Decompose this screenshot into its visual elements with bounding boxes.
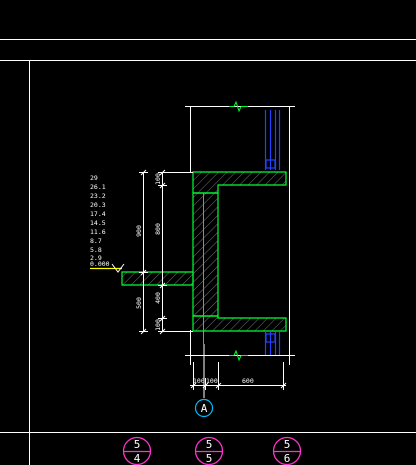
dim-100-top: 100	[154, 173, 162, 185]
sheet-number: 5	[206, 452, 213, 465]
section-symbol-3: 5 6	[272, 436, 302, 465]
elevation-label: 23.2	[90, 192, 106, 200]
window-upper	[264, 110, 281, 170]
bottom-flange	[192, 315, 287, 332]
axis-label: A	[201, 402, 208, 415]
elevation-label: 8.7	[90, 237, 102, 245]
left-dimension-texts: 900 500 100 800 400 100	[135, 173, 162, 331]
section-number: 5	[206, 438, 213, 451]
elevation-label: 29	[90, 174, 98, 182]
section-symbol-1: 5 4	[122, 436, 152, 465]
floor-slab	[121, 271, 194, 286]
dim-bottom-100-a: 100	[193, 377, 205, 385]
dim-400: 400	[154, 292, 162, 304]
elevation-label: 26.1	[90, 183, 106, 191]
dim-800: 800	[154, 223, 162, 235]
top-flange	[192, 171, 287, 194]
axis-bubble-a: A	[194, 398, 214, 418]
section-number: 5	[284, 438, 291, 451]
dim-bottom-100-b: 100	[206, 377, 218, 385]
dim-900: 900	[135, 225, 143, 237]
window-lower	[264, 332, 281, 355]
elevation-label: 11.6	[90, 228, 106, 236]
elevation-label: 20.3	[90, 201, 106, 209]
dim-500: 500	[135, 297, 143, 309]
main-wall	[192, 192, 219, 317]
sheet-number: 4	[134, 452, 141, 465]
sheet-number: 6	[284, 452, 291, 465]
cad-drawing-canvas: 29 26.1 23.2 20.3 17.4 14.5 11.6 8.7 5.8…	[0, 39, 416, 465]
dim-bottom-600: 600	[242, 377, 254, 385]
elevation-label: 0.000	[90, 260, 110, 268]
elevation-label: 17.4	[90, 210, 106, 218]
elevation-label: 5.8	[90, 246, 102, 254]
elevation-list: 29 26.1 23.2 20.3 17.4 14.5 11.6 8.7 5.8…	[90, 174, 110, 268]
bottom-dimension-texts: 100 100 600	[193, 377, 254, 385]
axis-line	[203, 193, 205, 398]
left-dimensions	[139, 169, 193, 335]
elevation-label: 14.5	[90, 219, 106, 227]
section-number: 5	[134, 438, 141, 451]
dim-100-bottom: 100	[154, 319, 162, 331]
section-symbol-2: 5 5	[194, 436, 224, 465]
